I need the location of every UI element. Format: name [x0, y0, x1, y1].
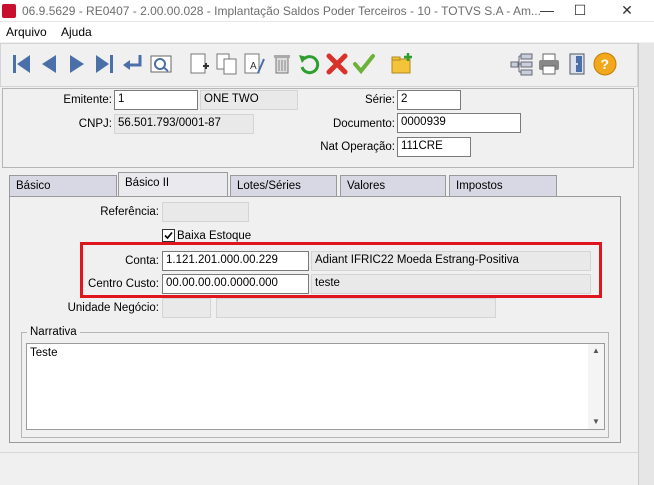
cnpj-value: 56.501.793/0001-87: [114, 114, 254, 134]
referencia-field: [162, 202, 249, 222]
emitente-name: ONE TWO: [200, 90, 298, 110]
minimize-button[interactable]: —: [532, 0, 562, 22]
tab-basico-ii[interactable]: Básico II: [118, 172, 228, 197]
documento-field[interactable]: 0000939: [397, 113, 521, 133]
tab-basico[interactable]: Básico: [9, 175, 117, 197]
window-title: 06.9.5629 - RE0407 - 2.00.00.028 - Impla…: [22, 4, 541, 18]
unidade-negocio-field: [162, 298, 211, 318]
emitente-field[interactable]: 1: [114, 90, 198, 110]
maximize-button[interactable]: ☐: [565, 0, 595, 22]
emitente-label: Emitente:: [63, 94, 112, 106]
structure-icon[interactable]: [509, 51, 535, 77]
exit-icon[interactable]: [564, 51, 590, 77]
undo-icon[interactable]: [296, 51, 322, 77]
save-check-icon[interactable]: [351, 51, 377, 77]
edit-record-icon[interactable]: A: [241, 51, 267, 77]
unidade-negocio-label: Unidade Negócio:: [67, 302, 159, 314]
help-icon[interactable]: ?: [592, 51, 618, 77]
app-icon: [2, 4, 16, 18]
scroll-up-icon[interactable]: ▲: [592, 346, 600, 355]
nat-operacao-field[interactable]: 111CRE: [397, 137, 471, 157]
tab-impostos[interactable]: Impostos: [449, 175, 557, 197]
cnpj-label: CNPJ:: [78, 118, 112, 130]
menu-bar: Arquivo Ajuda: [0, 22, 654, 42]
narrativa-textarea[interactable]: Teste ▲ ▼: [26, 343, 605, 430]
close-button[interactable]: ✕: [612, 0, 642, 22]
documento-label: Documento:: [332, 118, 395, 130]
tab-valores[interactable]: Valores: [340, 175, 446, 197]
previous-record-icon[interactable]: [36, 51, 62, 77]
narrativa-text: Teste: [30, 347, 58, 359]
serie-label: Série:: [364, 94, 395, 106]
status-bar: [0, 452, 638, 462]
folder-new-icon[interactable]: [389, 51, 415, 77]
toolbar: A ?: [0, 43, 638, 87]
print-icon[interactable]: [536, 51, 562, 77]
tab-lotes-series[interactable]: Lotes/Séries: [230, 175, 337, 197]
checkmark-icon: [164, 231, 173, 240]
cancel-icon[interactable]: [324, 51, 350, 77]
last-record-icon[interactable]: [91, 51, 117, 77]
background-window-strip: [638, 43, 654, 485]
unidade-negocio-description: [216, 298, 496, 318]
search-icon[interactable]: [148, 51, 174, 77]
first-record-icon[interactable]: [9, 51, 35, 77]
baixa-estoque-label: Baixa Estoque: [177, 230, 252, 242]
menu-ajuda[interactable]: Ajuda: [61, 25, 92, 39]
next-record-icon[interactable]: [64, 51, 90, 77]
new-record-icon[interactable]: [186, 51, 212, 77]
title-bar: 06.9.5629 - RE0407 - 2.00.00.028 - Impla…: [0, 0, 654, 22]
baixa-estoque-checkbox[interactable]: [162, 229, 175, 242]
delete-record-icon[interactable]: [269, 51, 295, 77]
serie-field[interactable]: 2: [397, 90, 461, 110]
referencia-label: Referência:: [100, 206, 159, 218]
menu-arquivo[interactable]: Arquivo: [6, 25, 47, 39]
highlight-box: [80, 242, 602, 298]
scroll-down-icon[interactable]: ▼: [592, 417, 600, 426]
narrativa-title: Narrativa: [27, 326, 80, 338]
svg-text:?: ?: [601, 56, 610, 72]
narrativa-scrollbar[interactable]: ▲ ▼: [588, 344, 604, 429]
nat-operacao-label: Nat Operação:: [320, 141, 395, 153]
copy-record-icon[interactable]: [214, 51, 240, 77]
svg-text:A: A: [250, 61, 257, 72]
goto-icon[interactable]: [120, 51, 146, 77]
